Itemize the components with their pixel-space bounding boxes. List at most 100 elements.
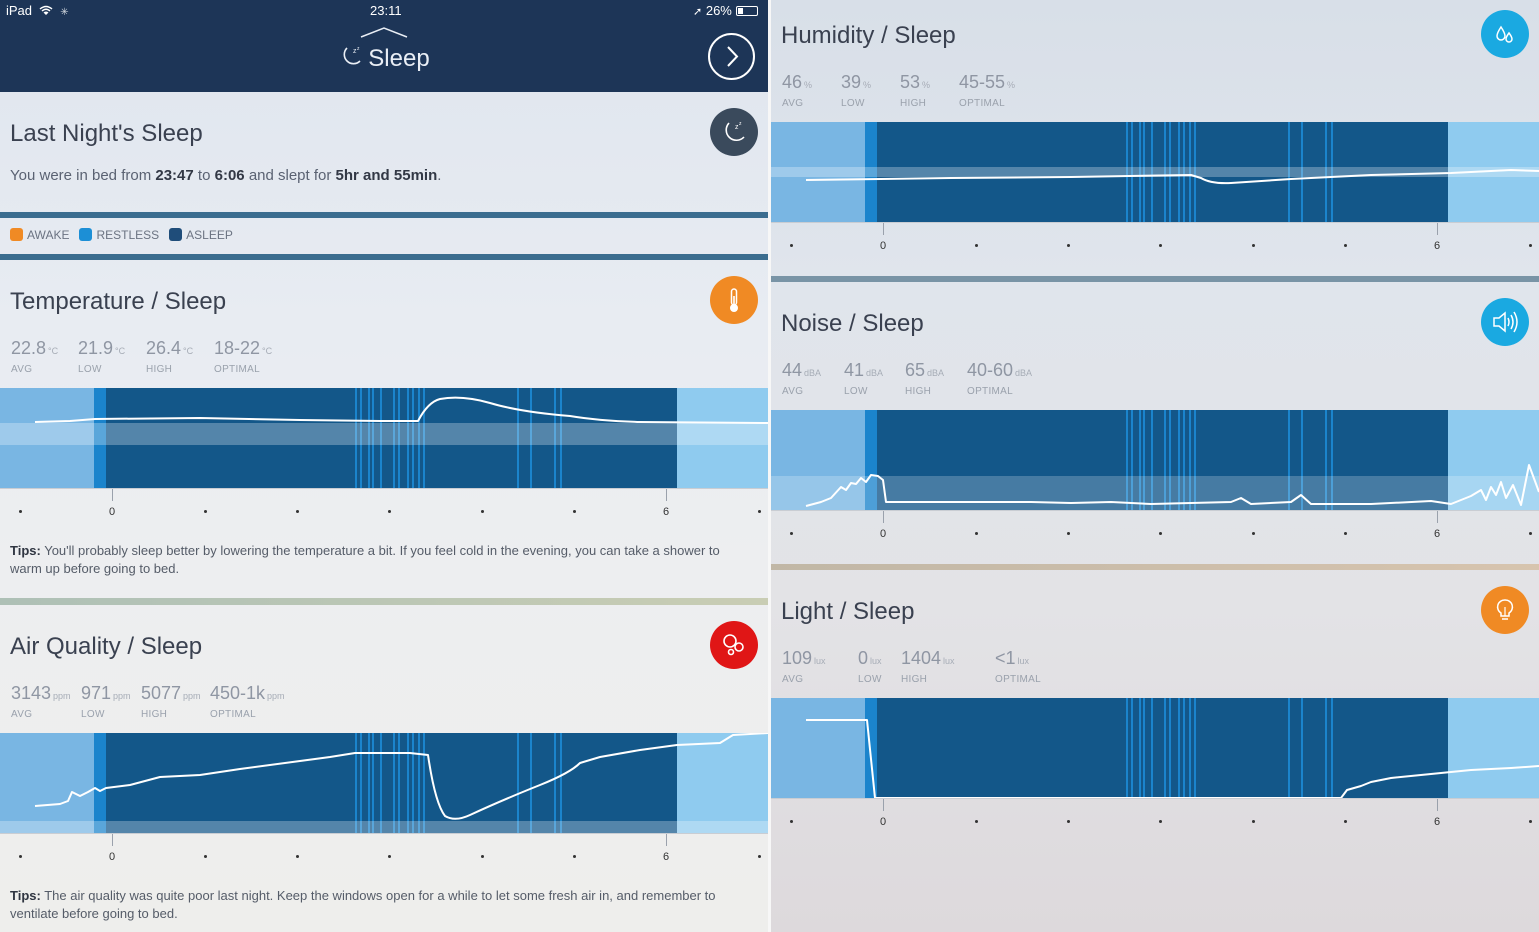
sleep-legend: AWAKE RESTLESS ASLEEP [10, 228, 233, 242]
axis-dot [296, 855, 299, 858]
humidity-optimal: 45-55% OPTIMAL [959, 72, 1016, 109]
axis-dot [758, 855, 761, 858]
axis-dot [790, 532, 793, 535]
optimal-band [0, 821, 768, 833]
legend-asleep: ASLEEP [169, 228, 233, 242]
status-device: iPad ✳ [6, 3, 69, 18]
restless-marker [355, 733, 357, 833]
light-title: Light / Sleep [781, 598, 915, 625]
axis-dot [1159, 820, 1162, 823]
left-pane: iPad ✳ 23:11 ➚ 26% zz Sleep Last Night's… [0, 0, 768, 932]
restless-marker [1288, 698, 1290, 798]
temperature-optimal: 18-22 °C OPTIMAL [214, 338, 273, 375]
axis-dot [388, 510, 391, 513]
temperature-stats: 22.8 °C AVG 21.9 °C LOW 26.4 °C HIGH 18-22 °C OP… [11, 338, 294, 375]
axis-dot [758, 510, 761, 513]
axis-dot [1344, 532, 1347, 535]
axis-tick-line [1437, 223, 1438, 235]
restless-marker [1126, 698, 1128, 798]
restless-marker [412, 733, 414, 833]
section-divider [0, 598, 768, 605]
axis-tick-label: 0 [108, 851, 116, 863]
humidity-high: 53% HIGH [900, 72, 931, 109]
restless-marker [423, 733, 425, 833]
legend-awake: AWAKE [10, 228, 69, 242]
restless-marker [1331, 698, 1333, 798]
svg-text:z: z [739, 121, 742, 127]
axis-dot [481, 855, 484, 858]
chevron-right-icon [727, 46, 739, 67]
temperature-chart [0, 388, 768, 488]
optimal-band [0, 423, 768, 445]
moon-icon[interactable]: zz [710, 108, 758, 156]
temperature-high: 26.4 °C HIGH [146, 338, 194, 375]
sleep-summary: You were in bed from 23:47 to 6:06 and s… [10, 167, 442, 184]
axis-tick-line [1437, 511, 1438, 523]
header-title-text: Sleep [368, 44, 430, 72]
restless-marker [1189, 698, 1191, 798]
restless-marker [360, 733, 362, 833]
last-night-title: Last Night's Sleep [10, 120, 203, 147]
noise-axis: 06 [771, 510, 1539, 540]
legend-restless: RESTLESS [79, 228, 159, 242]
section-divider [0, 212, 768, 218]
awake-segment-end [1448, 698, 1539, 798]
axis-dot [1344, 820, 1347, 823]
axis-dot [1529, 532, 1532, 535]
axis-dot [573, 510, 576, 513]
air-bubbles-icon[interactable] [710, 621, 758, 669]
air-optimal: 450-1k ppm OPTIMAL [210, 683, 285, 720]
wifi-icon [39, 5, 53, 15]
light-avg: 109 lux AVG [782, 648, 826, 685]
axis-tick-label: 6 [1433, 528, 1441, 540]
axis-dot [1529, 820, 1532, 823]
restless-marker [1301, 698, 1303, 798]
air-quality-chart [0, 733, 768, 833]
temperature-low: 21.9 °C LOW [78, 338, 126, 375]
axis-dot [204, 510, 207, 513]
axis-dot [204, 855, 207, 858]
restless-marker [1164, 698, 1166, 798]
next-button[interactable] [708, 33, 755, 80]
axis-tick-label: 6 [1433, 816, 1441, 828]
speaker-icon[interactable] [1481, 298, 1529, 346]
axis-tick-label: 6 [662, 506, 670, 518]
axis-dot [975, 820, 978, 823]
axis-dot [790, 820, 793, 823]
lightbulb-icon[interactable] [1481, 586, 1529, 634]
temperature-tips: Tips: You'll probably sleep better by lo… [10, 543, 720, 576]
axis-dot [388, 855, 391, 858]
axis-tick-line [883, 511, 884, 523]
restless-marker [418, 733, 420, 833]
noise-stats: 44 dBA AVG 41 dBA LOW 65 dBA HIGH 40-60 dBA OPTI… [782, 360, 1057, 397]
water-drops-icon[interactable] [1481, 10, 1529, 58]
noise-title: Noise / Sleep [781, 310, 924, 337]
noise-chart [771, 410, 1539, 510]
restless-marker [1194, 698, 1196, 798]
restless-marker [1151, 698, 1153, 798]
humidity-title: Humidity / Sleep [781, 22, 956, 49]
restless-marker [1139, 698, 1141, 798]
chart-canvas [771, 410, 1539, 510]
light-low: 0 lux LOW [858, 648, 882, 685]
air-low: 971 ppm LOW [81, 683, 131, 720]
restless-marker [1131, 698, 1133, 798]
axis-dot [1067, 820, 1070, 823]
restless-marker [1183, 698, 1185, 798]
noise-avg: 44 dBA AVG [782, 360, 822, 397]
restless-marker [517, 733, 519, 833]
humidity-avg: 46% AVG [782, 72, 813, 109]
air-quality-tips: Tips: The air quality was quite poor las… [10, 888, 716, 921]
noise-high: 65 dBA HIGH [905, 360, 945, 397]
section-divider [771, 276, 1539, 282]
collapse-chevron-icon[interactable] [359, 27, 409, 39]
restless-marker [407, 733, 409, 833]
axis-tick-line [112, 834, 113, 846]
axis-tick-line [666, 834, 667, 846]
thermometer-icon[interactable] [710, 276, 758, 324]
axis-tick-label: 0 [108, 506, 116, 518]
axis-dot [1344, 244, 1347, 247]
air-quality-stats: 3143 ppm AVG 971 ppm LOW 5077 ppm HIGH 450-1k p… [11, 683, 300, 720]
temperature-avg: 22.8 °C AVG [11, 338, 59, 375]
temperature-title: Temperature / Sleep [10, 288, 227, 315]
